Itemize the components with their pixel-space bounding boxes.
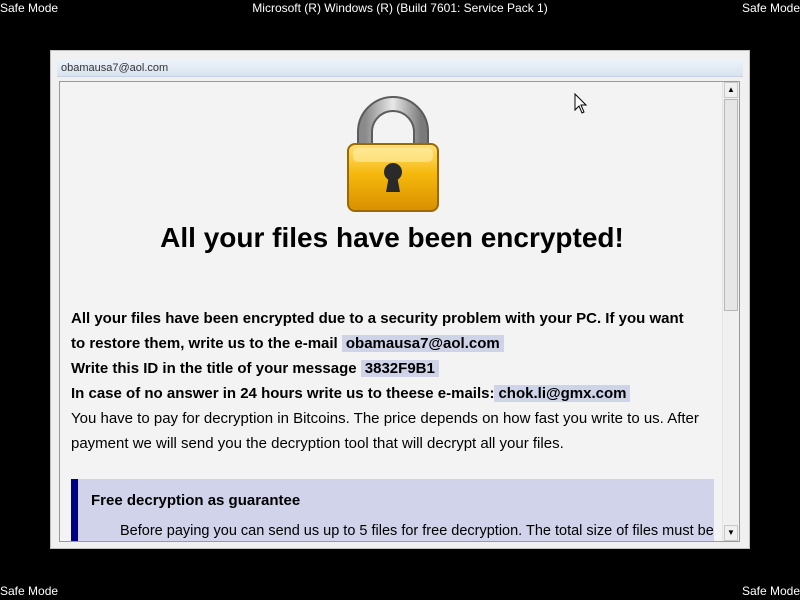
arrow-down-icon[interactable]: ▼ xyxy=(724,525,738,541)
padlock-icon xyxy=(347,96,439,212)
message-viewport: All your files have been encrypted! All … xyxy=(59,81,740,542)
text-line-1: All your files have been encrypted due t… xyxy=(71,306,721,331)
os-build-title: Microsoft (R) Windows (R) (Build 7601: S… xyxy=(252,1,548,15)
safe-mode-label-bottom-left: Safe Mode xyxy=(0,584,59,598)
text-line-4: In case of no answer in 24 hours write u… xyxy=(71,381,721,406)
vertical-scrollbar[interactable]: ▲ ▼ xyxy=(722,82,739,541)
arrow-up-icon[interactable]: ▲ xyxy=(724,82,738,98)
safe-mode-label-bottom-right: Safe Mode xyxy=(741,584,800,598)
mouse-pointer-icon xyxy=(574,93,588,114)
page-title: All your files have been encrypted! xyxy=(160,222,624,253)
line4-text: In case of no answer in 24 hours write u… xyxy=(71,385,495,402)
text-line-2: to restore them, write us to the e-mail … xyxy=(71,331,721,356)
message-content: All your files have been encrypted! All … xyxy=(60,82,724,541)
text-line-3: Write this ID in the title of your messa… xyxy=(71,356,721,381)
line3-text: Write this ID in the title of your messa… xyxy=(71,360,357,377)
line1-text: All your files have been encrypted due t… xyxy=(71,310,684,327)
guarantee-box: Free decryption as guarantee Before payi… xyxy=(71,479,714,541)
scrollbar-thumb[interactable] xyxy=(724,99,738,311)
guarantee-title: Free decryption as guarantee xyxy=(91,492,301,509)
victim-id: 3832F9B1 xyxy=(360,360,439,377)
contact-email-secondary: chok.li@gmx.com xyxy=(494,385,631,402)
payment-text: You have to pay for decryption in Bitcoi… xyxy=(71,410,699,452)
guarantee-text: Before paying you can send us up to 5 fi… xyxy=(120,523,714,539)
line2-text: to restore them, write us to the e-mail xyxy=(71,335,338,352)
window-title-bar[interactable]: obamausa7@aol.com xyxy=(57,59,743,77)
ransom-window: obamausa7@aol.com All your files have be… xyxy=(50,50,750,549)
contact-email-primary: obamausa7@aol.com xyxy=(341,335,504,352)
